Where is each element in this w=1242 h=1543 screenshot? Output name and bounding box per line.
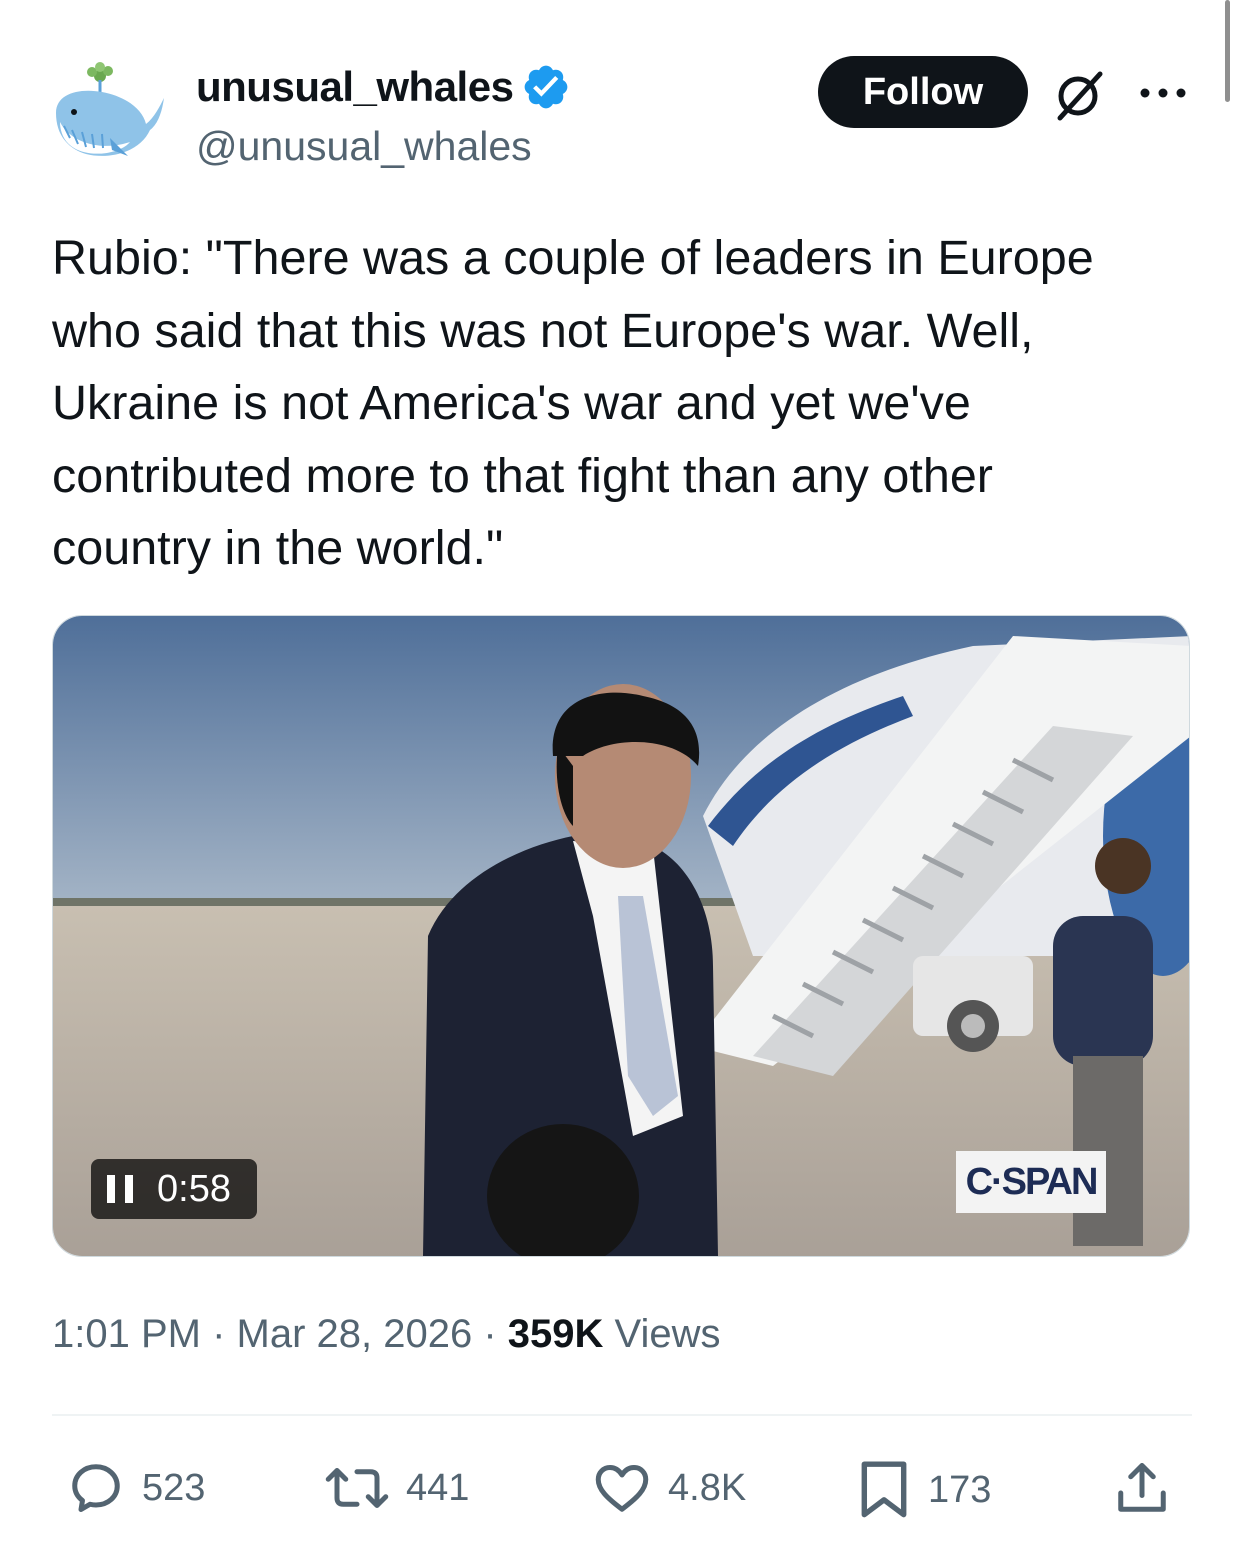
meta-separator: · [472, 1312, 508, 1356]
author-handle[interactable]: @unusual_whales [196, 123, 532, 170]
views-label: Views [603, 1312, 721, 1356]
share-icon [1118, 1463, 1166, 1512]
cspan-watermark: C·SPAN [956, 1151, 1106, 1213]
reply-count: 523 [142, 1466, 206, 1509]
verified-badge-icon [525, 65, 568, 109]
scrollbar[interactable] [1225, 0, 1230, 102]
more-icon[interactable] [1138, 84, 1188, 102]
heart-icon [595, 1465, 649, 1512]
video-timecode: 0:58 [157, 1167, 231, 1210]
video-controls[interactable]: 0:58 [91, 1159, 257, 1219]
divider [52, 1414, 1192, 1416]
bookmark-button[interactable]: 173 [856, 1458, 991, 1522]
tweet-video[interactable]: 0:58 C·SPAN [52, 615, 1190, 1257]
follow-button[interactable]: Follow [818, 56, 1028, 128]
tweet-date[interactable]: Mar 28, 2026 [237, 1312, 473, 1356]
tweet-time[interactable]: 1:01 PM [52, 1312, 201, 1356]
meta-separator: · [200, 1312, 237, 1356]
tweet-meta: 1:01 PM · Mar 28, 2026 · 359K Views [52, 1312, 720, 1357]
bookmark-count: 173 [928, 1468, 992, 1511]
reply-icon [72, 1464, 120, 1512]
reply-button[interactable]: 523 [66, 1458, 205, 1518]
pause-icon[interactable] [107, 1175, 133, 1203]
repost-count: 441 [406, 1466, 470, 1509]
repost-icon [325, 1468, 389, 1508]
display-name[interactable]: unusual_whales [196, 63, 514, 111]
share-button[interactable] [1112, 1458, 1172, 1518]
views-count[interactable]: 359K [508, 1312, 604, 1356]
tweet-text: Rubio: "There was a couple of leaders in… [52, 231, 1094, 575]
avatar[interactable] [50, 58, 168, 166]
repost-button[interactable]: 441 [324, 1458, 469, 1518]
like-count: 4.8K [668, 1466, 747, 1509]
like-button[interactable]: 4.8K [592, 1458, 746, 1518]
grok-icon[interactable] [1052, 68, 1106, 122]
whale-avatar [56, 62, 164, 156]
author-name-row[interactable]: unusual_whales [196, 62, 571, 112]
bookmark-icon [861, 1461, 907, 1518]
